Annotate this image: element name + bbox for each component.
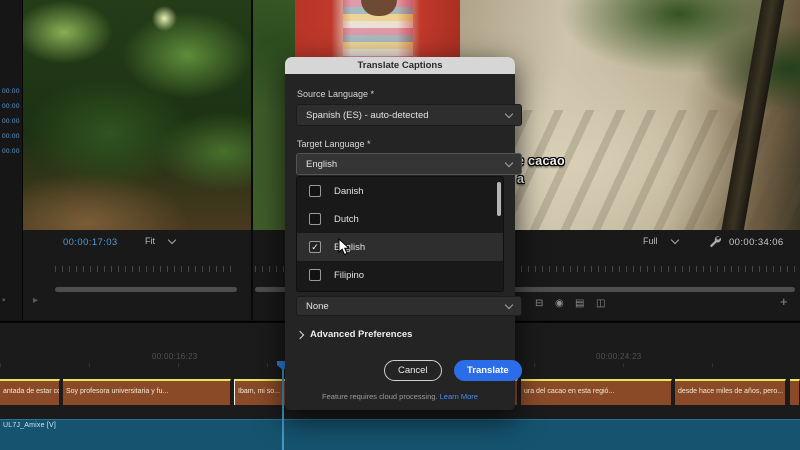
video-track-clip[interactable]: UL7J_Amixe [V] bbox=[0, 419, 800, 450]
caption-start-timecode[interactable]: 00:00 bbox=[2, 103, 20, 110]
caption-start-timecode[interactable]: 00:00 bbox=[2, 118, 20, 125]
premiere-workspace: 00:00 00:00 00:00 00:00 00:00 ▪ 00:00:17… bbox=[0, 0, 800, 450]
chevron-down-icon bbox=[504, 158, 514, 167]
source-playhead-timecode[interactable]: 00:00:17:03 bbox=[63, 237, 118, 248]
video-clip-label: UL7J_Amixe [V] bbox=[3, 422, 56, 429]
program-zoom-level-select[interactable]: Full bbox=[643, 235, 679, 246]
learn-more-link[interactable]: Learn More bbox=[440, 392, 478, 401]
timeline-ruler-mark: 00:00:24:23 bbox=[596, 352, 642, 361]
checkbox-icon[interactable] bbox=[309, 213, 321, 225]
source-monitor-video[interactable] bbox=[23, 0, 251, 230]
cancel-button[interactable]: Cancel bbox=[384, 360, 442, 381]
target-language-value: English bbox=[306, 158, 338, 170]
advanced-preferences-toggle[interactable]: Advanced Preferences bbox=[295, 329, 413, 340]
settings-wrench-icon[interactable] bbox=[708, 235, 721, 248]
target-language-label: Target Language * bbox=[297, 139, 371, 149]
burned-caption-line-1: e cacao bbox=[517, 154, 565, 168]
chevron-down-icon bbox=[504, 109, 514, 118]
source-zoom-level-select[interactable]: Fit bbox=[145, 235, 177, 246]
source-zoom-level-value: Fit bbox=[145, 236, 155, 246]
language-option-danish[interactable]: Danish bbox=[297, 177, 503, 205]
panel-toolbar-icon[interactable]: ▪ bbox=[2, 296, 6, 306]
chevron-down-icon bbox=[670, 235, 679, 244]
multicam-icon[interactable]: ◫ bbox=[596, 299, 605, 309]
target-language-dropdown[interactable]: English bbox=[296, 153, 522, 175]
export-frame-camera-icon[interactable]: ◉ bbox=[555, 299, 564, 309]
caption-clip-text: Soy profesora universitaria y fu... bbox=[66, 388, 169, 395]
captions-text-panel: 00:00 00:00 00:00 00:00 00:00 ▪ bbox=[0, 0, 23, 320]
panel-toolbar-icon[interactable]: ▸ bbox=[33, 296, 38, 306]
chevron-right-icon bbox=[295, 330, 305, 339]
checkbox-checked-icon[interactable]: ✓ bbox=[309, 241, 321, 253]
footer-note-text: Feature requires cloud processing. bbox=[322, 392, 438, 401]
source-monitor-panel: 00:00:17:03 Fit ▸ bbox=[23, 0, 253, 320]
source-zoom-scrollbar[interactable] bbox=[55, 287, 237, 292]
chevron-down-icon bbox=[167, 235, 177, 244]
caption-clip[interactable]: antada de estar con... bbox=[0, 379, 60, 405]
checkbox-icon[interactable] bbox=[309, 269, 321, 281]
source-language-dropdown[interactable]: Spanish (ES) - auto-detected bbox=[296, 104, 522, 126]
chevron-down-icon bbox=[504, 300, 514, 309]
program-duration-timecode[interactable]: 00:00:34:06 bbox=[729, 237, 784, 248]
translate-button[interactable]: Translate bbox=[454, 360, 522, 381]
language-option-english[interactable]: ✓ English bbox=[297, 233, 503, 261]
program-zoom-level-value: Full bbox=[643, 236, 658, 246]
source-language-value: Spanish (ES) - auto-detected bbox=[306, 109, 429, 121]
caption-clip[interactable] bbox=[790, 379, 800, 405]
caption-clip-text: ura del cacao en esta regió... bbox=[524, 388, 615, 395]
language-option-label: Danish bbox=[334, 185, 364, 197]
none-dropdown[interactable]: None bbox=[296, 296, 522, 316]
dialog-header[interactable]: Translate Captions bbox=[285, 57, 515, 74]
target-language-list: Danish Dutch ✓ English Filipino bbox=[296, 176, 504, 292]
button-editor-plus-icon[interactable]: + bbox=[780, 295, 788, 308]
lift-icon[interactable]: ⊟ bbox=[535, 299, 543, 309]
caption-start-timecode[interactable]: 00:00 bbox=[2, 148, 20, 155]
playhead-line bbox=[282, 369, 284, 450]
checkbox-icon[interactable] bbox=[309, 185, 321, 197]
language-option-label: Dutch bbox=[334, 213, 359, 225]
language-option-dutch[interactable]: Dutch bbox=[297, 205, 503, 233]
source-scrub-ticks[interactable] bbox=[55, 266, 237, 272]
caption-clip[interactable]: ura del cacao en esta regió... bbox=[521, 379, 672, 405]
advanced-preferences-label: Advanced Preferences bbox=[310, 329, 413, 340]
caption-clip-text: desde hace miles de años, pero... bbox=[678, 388, 784, 395]
mouse-cursor bbox=[338, 238, 351, 256]
caption-clip-text: antada de estar con... bbox=[3, 388, 59, 395]
source-language-label: Source Language * bbox=[297, 89, 375, 99]
language-option-filipino[interactable]: Filipino bbox=[297, 261, 503, 289]
caption-clip[interactable]: Soy profesora universitaria y fu... bbox=[63, 379, 231, 405]
caption-start-timecode[interactable]: 00:00 bbox=[2, 133, 20, 140]
list-scrollbar-thumb[interactable] bbox=[497, 182, 501, 216]
caption-clip[interactable]: desde hace miles de años, pero... bbox=[675, 379, 786, 405]
dialog-footer-note: Feature requires cloud processing. Learn… bbox=[285, 392, 515, 401]
caption-start-timecode[interactable]: 00:00 bbox=[2, 88, 20, 95]
comparison-view-icon[interactable]: ▤ bbox=[575, 299, 584, 309]
dialog-title: Translate Captions bbox=[357, 60, 443, 71]
timeline-ruler-mark: 00:00:16:23 bbox=[152, 352, 198, 361]
translate-captions-dialog: Translate Captions Source Language * Spa… bbox=[285, 57, 522, 410]
language-option-label: Filipino bbox=[334, 269, 365, 281]
none-dropdown-value: None bbox=[306, 300, 329, 312]
